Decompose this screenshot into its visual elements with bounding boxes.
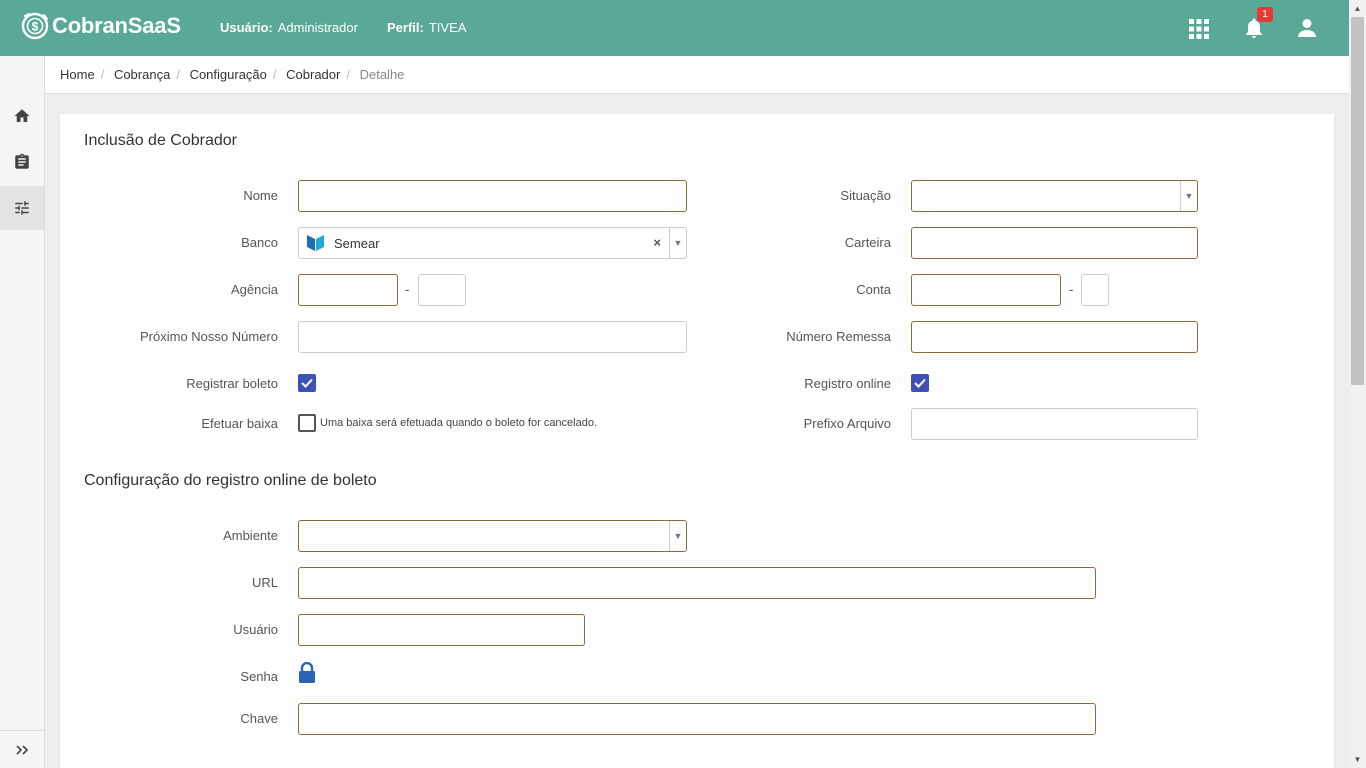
breadcrumb: Home / Cobrança / Configuração / Cobrador / … <box>45 56 1349 94</box>
prefixo-arquivo-label: Prefixo Arquivo <box>803 416 891 431</box>
clipboard-icon <box>15 153 29 169</box>
checkmark-icon <box>301 378 313 388</box>
ambiente-label: Ambiente <box>223 528 278 543</box>
conta-input[interactable] <box>911 274 1061 306</box>
checkmark-icon <box>914 378 926 388</box>
scroll-up-arrow-icon[interactable]: ▲ <box>1349 0 1366 17</box>
apps-grid-icon[interactable] <box>1188 18 1210 40</box>
breadcrumb-cobrador[interactable]: Cobrador <box>286 67 340 82</box>
lock-icon[interactable] <box>298 662 316 684</box>
online-config-title: Configuração do registro online de bolet… <box>84 472 377 489</box>
current-profile: Perfil: TIVEA <box>387 20 466 35</box>
breadcrumb-current: Detalhe <box>359 67 405 82</box>
app-logo[interactable]: $ CobranSaaS <box>20 11 181 41</box>
profile-label: Perfil: <box>387 20 424 35</box>
scroll-thumb[interactable] <box>1351 17 1364 385</box>
senha-label: Senha <box>240 669 278 684</box>
banco-label: Banco <box>241 235 278 250</box>
profile-value: TIVEA <box>428 20 467 35</box>
usuario-input[interactable] <box>298 614 585 646</box>
carteira-input[interactable] <box>911 227 1198 259</box>
situacao-select[interactable]: ▼ <box>911 180 1198 212</box>
breadcrumb-separator: / <box>346 67 350 82</box>
registrar-boleto-label: Registrar boleto <box>186 376 278 391</box>
efetuar-baixa-hint: Uma baixa será efetuada quando o boleto … <box>320 417 598 429</box>
chave-label: Chave <box>240 711 278 726</box>
top-bar: $ CobranSaaS Usuário: Administrador Perfi… <box>0 0 1349 56</box>
registro-online-label: Registro online <box>804 376 891 391</box>
breadcrumb-cobranca[interactable]: Cobrança <box>114 67 170 82</box>
usuario-label: Usuário <box>233 622 278 637</box>
nome-input[interactable] <box>298 180 687 212</box>
nome-label: Nome <box>243 188 278 203</box>
registro-online-checkbox[interactable] <box>911 374 929 392</box>
numero-remessa-input[interactable] <box>911 321 1198 353</box>
logo-icon: $ <box>21 12 49 40</box>
user-label: Usuário: <box>220 20 273 35</box>
breadcrumb-configuracao[interactable]: Configuração <box>190 67 267 82</box>
agencia-separator: - <box>405 282 410 297</box>
home-icon <box>14 109 30 122</box>
current-user: Usuário: Administrador <box>220 20 358 35</box>
conta-digit-input[interactable] <box>1081 274 1109 306</box>
double-chevron-right-icon <box>16 744 29 755</box>
situacao-label: Situação <box>840 188 891 203</box>
numero-remessa-label: Número Remessa <box>786 329 891 344</box>
prefixo-arquivo-input[interactable] <box>911 408 1198 440</box>
user-icon[interactable] <box>1295 16 1319 40</box>
scroll-down-arrow-icon[interactable]: ▼ <box>1349 751 1366 768</box>
notification-badge: 1 <box>1257 7 1273 22</box>
user-value: Administrador <box>277 20 358 35</box>
conta-label: Conta <box>856 282 891 297</box>
proximo-nosso-numero-input[interactable] <box>298 321 687 353</box>
app-name: CobranSaaS <box>52 13 181 38</box>
breadcrumb-separator: / <box>176 67 180 82</box>
breadcrumb-home[interactable]: Home <box>60 67 95 82</box>
sidebar-item-home[interactable] <box>0 94 44 138</box>
agencia-label: Agência <box>231 282 278 297</box>
sliders-icon <box>15 201 29 215</box>
agencia-input[interactable] <box>298 274 398 306</box>
banco-select[interactable]: Semear × ▼ <box>298 227 687 259</box>
ambiente-select[interactable]: ▼ <box>298 520 687 552</box>
chevron-down-icon[interactable]: ▼ <box>1180 181 1197 211</box>
breadcrumb-separator: / <box>272 67 277 82</box>
registrar-boleto-checkbox[interactable] <box>298 374 316 392</box>
carteira-label: Carteira <box>844 235 891 250</box>
sidebar <box>0 56 45 768</box>
proximo-nosso-numero-label: Próximo Nosso Número <box>140 329 278 344</box>
url-input[interactable] <box>298 567 1096 599</box>
bank-logo-icon <box>307 235 324 251</box>
agencia-digit-input[interactable] <box>418 274 466 306</box>
chevron-down-icon[interactable]: ▼ <box>669 521 686 551</box>
efetuar-baixa-label: Efetuar baixa <box>201 416 278 431</box>
form-title: Inclusão de Cobrador <box>84 132 237 149</box>
conta-separator: - <box>1069 282 1074 297</box>
svg-text:$: $ <box>32 20 39 34</box>
url-label: URL <box>251 575 278 590</box>
sidebar-expand-button[interactable] <box>0 730 44 768</box>
chave-input[interactable] <box>298 703 1096 735</box>
sidebar-item-clipboard[interactable] <box>0 140 44 184</box>
page-scrollbar[interactable]: ▲ ▼ <box>1349 0 1366 768</box>
banco-value: Semear <box>334 236 380 251</box>
breadcrumb-separator: / <box>100 67 105 82</box>
efetuar-baixa-checkbox[interactable] <box>298 414 316 432</box>
